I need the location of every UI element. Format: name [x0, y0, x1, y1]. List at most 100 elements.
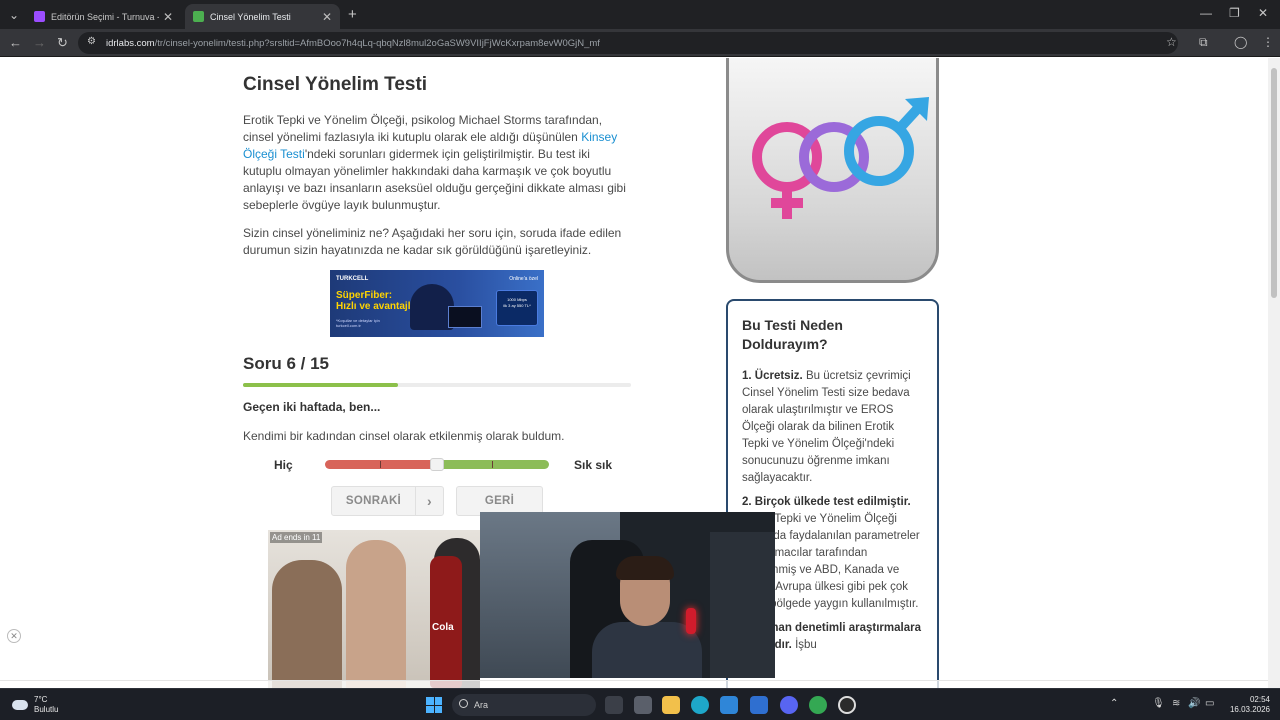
store-icon[interactable]: [720, 696, 738, 714]
bookmark-star-icon[interactable]: ☆: [1166, 36, 1177, 48]
why-take-test-heading: Bu Testi Neden Doldurayım?: [742, 317, 843, 352]
webcam-person-hair: [616, 556, 674, 580]
page-scrollbar[interactable]: [1268, 58, 1280, 688]
video-ad[interactable]: Cola Ad ends in 11: [268, 530, 480, 688]
turkcell-ad-banner[interactable]: TURKCELL SüperFiber: Hızlı ve avantajlı! …: [330, 270, 544, 337]
microphone-icon[interactable]: 🎙: [1152, 698, 1165, 709]
ad-fineprint: *Koşullar ve detaylar için turkcell.com.…: [336, 318, 380, 328]
restore-icon[interactable]: ❐: [1229, 7, 1240, 19]
scrollbar-thumb[interactable]: [1271, 68, 1277, 298]
next-button[interactable]: SONRAKİ ›: [331, 486, 444, 516]
clock-date: 16.03.2026: [1229, 705, 1270, 714]
tab-favicon: [193, 11, 204, 22]
close-ad-icon[interactable]: ✕: [7, 629, 21, 643]
close-window-icon[interactable]: ✕: [1258, 7, 1268, 19]
cloud-icon: [12, 700, 28, 710]
question-progress-bar: [243, 383, 631, 387]
sticky-ad-strip: [0, 680, 1268, 688]
ad-headline-1: SüperFiber:: [336, 290, 393, 301]
weather-desc: Bulutlu: [34, 705, 59, 714]
obs-icon[interactable]: [838, 696, 856, 714]
weather-widget[interactable]: 7°C Bulutlu: [12, 695, 58, 715]
address-bar[interactable]: ⚙ idrlabs.com/tr/cinsel-yonelim/testi.ph…: [78, 32, 1178, 54]
clock-time: 02:54: [1249, 695, 1270, 704]
discord-icon[interactable]: [780, 696, 798, 714]
menu-kebab-icon[interactable]: ⋮: [1262, 36, 1274, 48]
tab-sexual-orientation-test[interactable]: Cinsel Yönelim Testi ✕: [185, 4, 340, 29]
page-title: Cinsel Yönelim Testi: [243, 74, 428, 95]
chevron-right-icon: ›: [415, 487, 443, 515]
close-tab-icon[interactable]: ✕: [163, 10, 173, 24]
weather-temp: 7°C: [34, 695, 48, 704]
back-icon[interactable]: ←: [9, 36, 22, 49]
windows-start-icon[interactable]: [426, 697, 442, 713]
tab-search-icon[interactable]: ⌄: [9, 9, 19, 21]
slider-red-segment: [325, 460, 432, 469]
plus-icon[interactable]: +: [348, 7, 357, 22]
ad-badge: Online'a özel: [509, 276, 538, 282]
reason-1-title: 1. Ücretsiz.: [742, 370, 803, 382]
edge-browser-icon[interactable]: [691, 696, 709, 714]
tab-editors-choice[interactable]: Editörün Seçimi - Turnuva - Qu ✕: [26, 4, 181, 29]
site-info-icon[interactable]: ⚙: [87, 37, 96, 47]
tab-favicon: [34, 11, 45, 22]
webcam-overlay: [480, 512, 775, 678]
instruction-paragraph: Sizin cinsel yöneliminiz ne? Aşağıdaki h…: [243, 226, 622, 257]
chrome-icon[interactable]: [809, 696, 827, 714]
ad-headline-2: Hızlı ve avantajlı!: [336, 301, 417, 312]
slider-handle[interactable]: [430, 458, 444, 471]
tab-title: Editörün Seçimi - Turnuva - Qu: [51, 11, 159, 22]
progress-fill: [243, 383, 399, 387]
forward-icon[interactable]: →: [33, 36, 46, 49]
wifi-icon[interactable]: ≋: [1172, 698, 1180, 709]
slider-green-segment: [442, 460, 549, 469]
weather-text: 7°C Bulutlu: [34, 695, 58, 715]
ad-cola-bottle: Cola: [430, 556, 462, 688]
close-tab-icon[interactable]: ✕: [322, 10, 332, 24]
gender-symbols-icon: [752, 97, 929, 219]
reason-1-body: Bu ücretsiz çevrimiçi Cinsel Yönelim Tes…: [742, 370, 911, 484]
address-host: idrlabs.com: [106, 37, 155, 49]
webcam-monitor: [710, 532, 775, 678]
ad-brand: TURKCELL: [336, 276, 369, 282]
ad-offer-speed: 1000 Mbps: [507, 297, 527, 302]
scale-right-label: Sık sık: [574, 458, 613, 472]
extensions-icon[interactable]: ⧉: [1199, 36, 1208, 48]
taskbar-clock[interactable]: 02:54 16.03.2026: [1230, 695, 1270, 715]
next-button-label: SONRAKİ: [345, 495, 402, 507]
ad-person-middle: [346, 540, 406, 688]
ad-bottle-text: Cola: [432, 622, 454, 633]
windows-taskbar: 7°C Bulutlu Ara ⌃ 🎙 ≋ 🔊 ▭ 02:54 16.03.2026: [0, 688, 1280, 720]
browser-toolbar: ← → ↻ ⚙ idrlabs.com/tr/cinsel-yonelim/te…: [0, 29, 1280, 57]
reload-icon[interactable]: ↻: [57, 36, 68, 49]
question-prompt: Geçen iki haftada, ben...: [243, 400, 381, 414]
webcam-microphone: [686, 608, 696, 634]
ad-offer-card: 1000 Mbps ilk 3 ay 550 TL*: [496, 290, 538, 326]
file-explorer-icon[interactable]: [662, 696, 680, 714]
battery-icon[interactable]: ▭: [1205, 698, 1214, 709]
taskbar-search-placeholder: Ara: [474, 700, 489, 710]
taskbar-search[interactable]: Ara: [452, 694, 596, 716]
address-path: /tr/cinsel-yonelim/testi.php?srsltid=Afm…: [154, 37, 600, 49]
reason-3-body: İşbu: [795, 639, 817, 651]
mail-icon[interactable]: [750, 696, 768, 714]
scale-left-label: Hiç: [274, 458, 293, 472]
ad-headline: SüperFiber: Hızlı ve avantajlı!: [336, 290, 417, 312]
profile-icon[interactable]: ◯: [1234, 36, 1247, 48]
reason-1: 1. Ücretsiz. Bu ücretsiz çevrimiçi Cinse…: [742, 368, 923, 487]
tab-title: Cinsel Yönelim Testi: [210, 11, 291, 22]
question-counter: Soru 6 / 15: [243, 354, 329, 373]
task-view-icon[interactable]: [605, 696, 623, 714]
slider-tick: [380, 461, 381, 468]
minimize-icon[interactable]: —: [1200, 7, 1212, 19]
back-button-label: GERİ: [484, 495, 515, 507]
reason-2-title: 2. Birçok ülkede test edilmiştir.: [742, 496, 911, 508]
ad-laptop-image: [448, 306, 482, 328]
search-icon: [459, 699, 468, 708]
browser-tab-bar: ⌄ Editörün Seçimi - Turnuva - Qu ✕ Cinse…: [0, 0, 1280, 29]
gender-symbols-image: [726, 58, 939, 283]
volume-icon[interactable]: 🔊: [1188, 698, 1200, 709]
question-text: Kendimi bir kadından cinsel olarak etkil…: [243, 429, 565, 443]
chevron-up-icon[interactable]: ⌃: [1110, 698, 1118, 709]
news-app-icon[interactable]: [634, 696, 652, 714]
